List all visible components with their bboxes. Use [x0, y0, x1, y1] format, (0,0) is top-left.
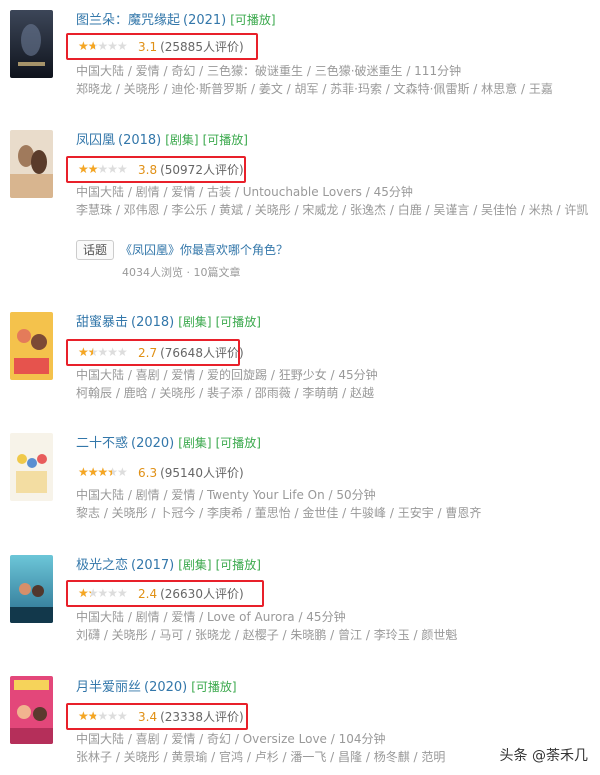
item-title[interactable]: 月半爱丽丝 — [76, 680, 141, 695]
item-meta: 中国大陆 / 剧情 / 爱情 / Love of Aurora / 45分钟 — [76, 610, 346, 624]
item-year: (2020) — [144, 680, 188, 695]
rating-count: (50972人评价) — [160, 163, 244, 177]
series-tag[interactable]: [剧集] — [178, 436, 211, 450]
rating-score: 3.1 — [138, 40, 158, 54]
series-tag[interactable]: [剧集] — [165, 133, 198, 147]
playable-tag[interactable]: [可播放] — [203, 133, 248, 147]
series-tag[interactable]: [剧集] — [178, 558, 211, 572]
topic-stats: 4034人浏览 · 10篇文章 — [122, 266, 241, 279]
item-cast: 刘礴 / 关晓彤 / 马可 / 张晓龙 / 赵樱子 / 朱晓鹏 / 曾江 / 李… — [76, 628, 458, 642]
topic-badge[interactable]: 话题 — [76, 240, 115, 260]
rating-score: 3.8 — [138, 163, 158, 177]
star-icon: ★★★★★ — [78, 346, 93, 358]
rating-score: 2.7 — [138, 346, 158, 360]
item-cast: 郑晓龙 / 关晓彤 / 迪伦·斯普罗斯 / 姜文 / 胡军 / 苏菲·玛索 / … — [76, 82, 553, 96]
item-cast: 柯翰辰 / 鹿晗 / 关晓彤 / 裴子添 / 邵雨薇 / 李萌萌 / 赵越 — [76, 386, 375, 400]
poster-image[interactable] — [10, 676, 53, 744]
item-year: (2020) — [131, 436, 175, 451]
poster-image[interactable] — [10, 312, 53, 380]
star-icon: ★★★★★ — [78, 587, 91, 599]
rating-count: (95140人评价) — [160, 466, 244, 480]
item-cast: 张林子 / 关晓彤 / 黄景瑜 / 官鸿 / 卢杉 / 潘一飞 / 昌隆 / 杨… — [76, 750, 446, 764]
playable-tag[interactable]: [可播放] — [191, 680, 236, 694]
item-cast: 黎志 / 关晓彤 / 卜冠今 / 李庚希 / 董思怡 / 金世佳 / 牛骏峰 /… — [76, 506, 482, 520]
topic-row: 话题 《凤囚凰》你最喜欢哪个角色？ — [76, 240, 288, 262]
item-year: (2018) — [131, 315, 175, 330]
rating-count: (76648人评价) — [160, 346, 244, 360]
watermark: 头条 @荼禾几 — [499, 748, 588, 764]
star-icon: ★★★★★ — [78, 40, 95, 52]
series-tag[interactable]: [剧集] — [178, 315, 211, 329]
item-title[interactable]: 极光之恋 — [76, 558, 128, 573]
star-rating: ★★★★★★★★★★ — [78, 346, 134, 358]
item-year: (2018) — [118, 133, 162, 148]
item-year: (2017) — [131, 558, 175, 573]
star-rating: ★★★★★★★★★★ — [78, 40, 134, 52]
rating-score: 3.4 — [138, 710, 158, 724]
item-meta: 中国大陆 / 喜剧 / 爱情 / 爱的回旋踢 / 狂野少女 / 45分钟 — [76, 368, 378, 382]
poster-image[interactable] — [10, 10, 53, 78]
item-cast: 李慧珠 / 邓伟恩 / 李公乐 / 黄斌 / 关晓彤 / 宋威龙 / 张逸杰 /… — [76, 203, 589, 217]
rating-count: (23338人评价) — [160, 710, 244, 724]
item-year: (2021) — [183, 13, 227, 28]
rating-score: 2.4 — [138, 587, 158, 601]
rating-count: (26630人评价) — [160, 587, 244, 601]
item-meta: 中国大陆 / 剧情 / 爱情 / 古装 / Untouchable Lovers… — [76, 185, 413, 199]
star-icon: ★★★★★ — [78, 466, 112, 478]
playable-tag[interactable]: [可播放] — [216, 315, 261, 329]
topic-link[interactable]: 《凤囚凰》你最喜欢哪个角色？ — [120, 243, 288, 257]
rating-count: (25885人评价) — [160, 40, 244, 54]
star-rating: ★★★★★★★★★★ — [78, 466, 134, 478]
star-rating: ★★★★★★★★★★ — [78, 587, 134, 599]
star-icon: ★★★★★ — [78, 163, 99, 175]
playable-tag[interactable]: [可播放] — [230, 13, 275, 27]
star-rating: ★★★★★★★★★★ — [78, 163, 134, 175]
star-icon: ★★★★★ — [78, 710, 96, 722]
poster-image[interactable] — [10, 555, 53, 623]
item-meta: 中国大陆 / 爱情 / 奇幻 / 三色獴：破谜重生 / 三色獴·破迷重生 / 1… — [76, 64, 462, 78]
item-title[interactable]: 甜蜜暴击 — [76, 315, 128, 330]
playable-tag[interactable]: [可播放] — [216, 558, 261, 572]
poster-image[interactable] — [10, 433, 53, 501]
item-title[interactable]: 图兰朵：魔咒缘起 — [76, 13, 180, 28]
item-title[interactable]: 凤囚凰 — [76, 133, 115, 148]
star-rating: ★★★★★★★★★★ — [78, 710, 134, 722]
poster-image[interactable] — [10, 130, 53, 198]
item-title[interactable]: 二十不惑 — [76, 436, 128, 451]
rating-score: 6.3 — [138, 466, 158, 480]
playable-tag[interactable]: [可播放] — [216, 436, 261, 450]
item-meta: 中国大陆 / 剧情 / 爱情 / Twenty Your Life On / 5… — [76, 488, 376, 502]
